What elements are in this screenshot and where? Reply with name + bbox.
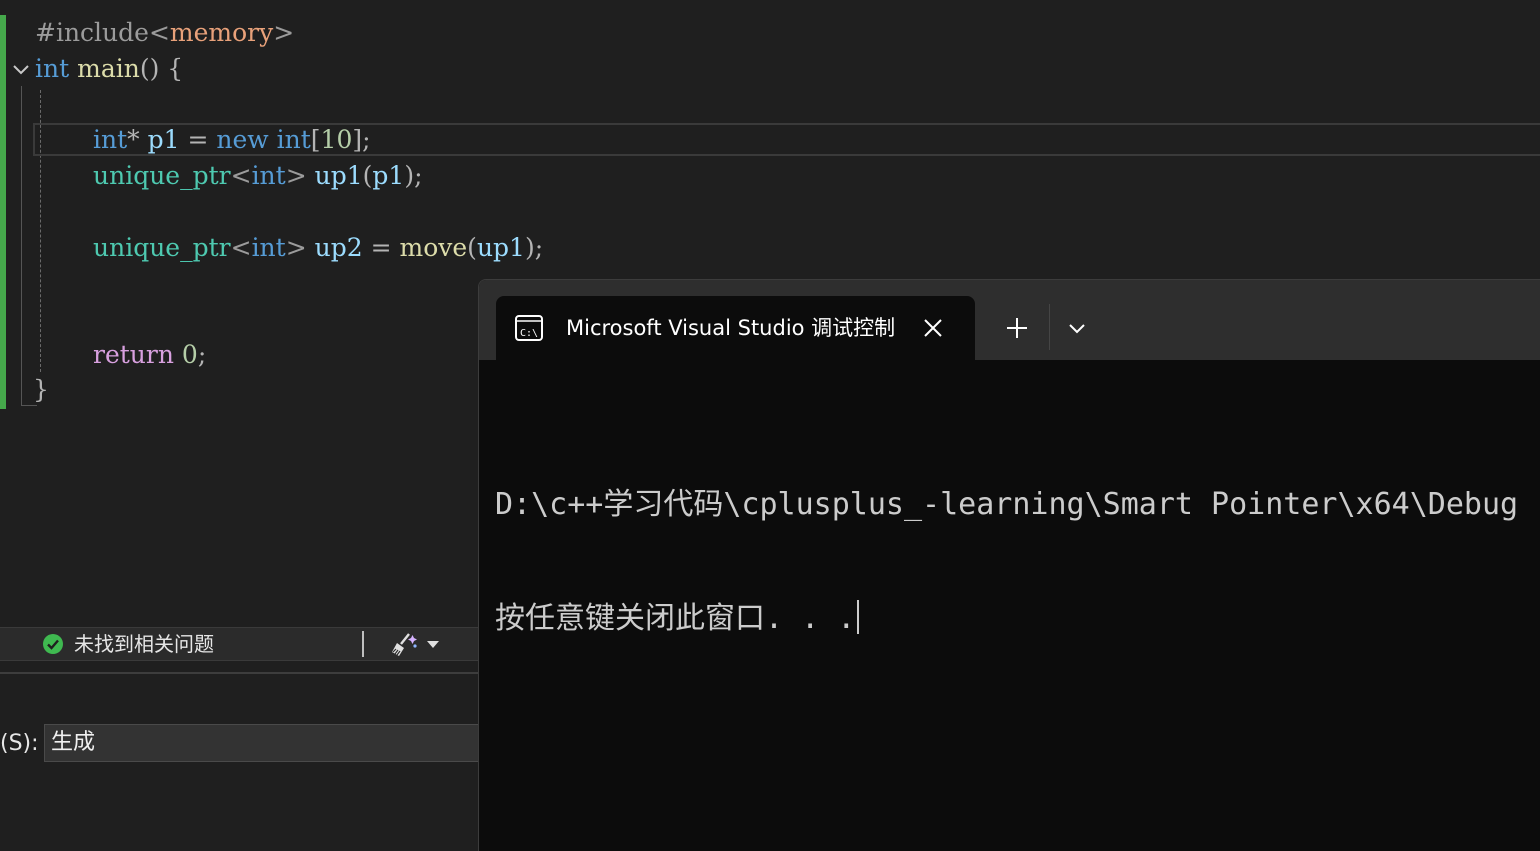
code-token: up1	[314, 161, 363, 190]
code-token: ];	[352, 125, 371, 154]
chevron-down-icon[interactable]	[426, 638, 440, 650]
svg-text:C:\: C:\	[520, 328, 538, 339]
code-line[interactable]: return 0;	[93, 340, 206, 370]
terminal-prompt-text: 按任意键关闭此窗口. . .	[495, 601, 856, 636]
plus-icon[interactable]	[1005, 316, 1029, 340]
code-token: );	[404, 161, 423, 190]
code-token: unique_ptr	[93, 233, 231, 262]
code-token: int	[93, 125, 128, 154]
code-token: *	[127, 125, 148, 154]
debug-console-window[interactable]: C:\ Microsoft Visual Studio 调试控制台 D:\c++…	[478, 279, 1540, 851]
code-token: p1	[147, 125, 180, 154]
code-token: =	[362, 233, 400, 262]
scope-guide-line	[21, 86, 22, 406]
show-output-from-label: (S):	[0, 731, 39, 756]
terminal-tab[interactable]: C:\ Microsoft Visual Studio 调试控制台	[496, 296, 975, 360]
change-indicator-bar	[0, 15, 6, 409]
code-token: );	[524, 233, 544, 262]
code-token: 10	[320, 125, 353, 154]
close-icon[interactable]	[922, 317, 944, 339]
check-circle-icon	[43, 634, 63, 654]
status-separator	[362, 631, 364, 657]
code-token: }	[33, 375, 49, 404]
console-app-icon: C:\	[515, 315, 543, 341]
terminal-line-path: D:\c++学习代码\cplusplus_-learning\Smart Poi…	[495, 487, 1519, 522]
show-output-from-select[interactable]: 生成	[44, 724, 484, 762]
terminal-line-prompt: 按任意键关闭此窗口. . .	[495, 600, 1540, 638]
code-token: int	[35, 54, 70, 83]
code-line[interactable]: int main() {	[35, 54, 183, 84]
code-token: int	[276, 125, 311, 154]
code-token: #include	[35, 18, 149, 47]
code-token: memory	[169, 18, 274, 47]
code-token: up1	[476, 233, 525, 262]
code-token: {	[159, 54, 184, 83]
code-token: <	[230, 161, 252, 190]
code-token: (	[362, 161, 373, 190]
code-token: 0	[181, 340, 198, 369]
code-line[interactable]: #include<memory>	[35, 18, 294, 48]
code-token: >	[285, 233, 307, 262]
code-token: >	[273, 18, 295, 47]
code-token: move	[399, 233, 468, 262]
text-cursor	[857, 600, 860, 634]
output-panel	[0, 674, 478, 850]
code-token: <	[230, 233, 252, 262]
code-token: >	[285, 161, 307, 190]
chevron-down-icon[interactable]	[1067, 318, 1087, 338]
issues-status-text[interactable]: 未找到相关问题	[74, 628, 214, 660]
code-line[interactable]: unique_ptr<int> up2 = move(up1);	[93, 233, 543, 263]
code-token: int	[251, 161, 286, 190]
code-token: [	[310, 125, 321, 154]
code-token: ;	[197, 340, 207, 369]
selected-output-source: 生成	[51, 730, 96, 755]
code-token: unique_ptr	[93, 161, 231, 190]
code-token: return	[93, 340, 174, 369]
code-token: p1	[372, 161, 405, 190]
title-divider	[1049, 304, 1050, 350]
terminal-tab-title: Microsoft Visual Studio 调试控制台	[566, 316, 896, 340]
editor-status-bar: 未找到相关问题	[0, 627, 478, 661]
code-line[interactable]: }	[33, 375, 49, 405]
terminal-title-bar[interactable]: C:\ Microsoft Visual Studio 调试控制台	[479, 280, 1540, 360]
code-cleanup-icon[interactable]	[389, 632, 419, 658]
code-token: new	[216, 125, 269, 154]
code-line[interactable]: int* p1 = new int[10];	[93, 125, 371, 155]
code-token: ()	[139, 54, 160, 83]
code-token: <	[148, 18, 170, 47]
fold-chevron-icon[interactable]	[11, 60, 31, 80]
code-token: =	[179, 125, 217, 154]
code-token: int	[251, 233, 286, 262]
code-line[interactable]: unique_ptr<int> up1(p1);	[93, 161, 423, 191]
code-token: up2	[314, 233, 363, 262]
code-token: (	[467, 233, 477, 262]
scope-guide-end	[21, 405, 37, 406]
code-token: main	[77, 54, 140, 83]
terminal-output[interactable]: D:\c++学习代码\cplusplus_-learning\Smart Poi…	[495, 410, 1540, 714]
